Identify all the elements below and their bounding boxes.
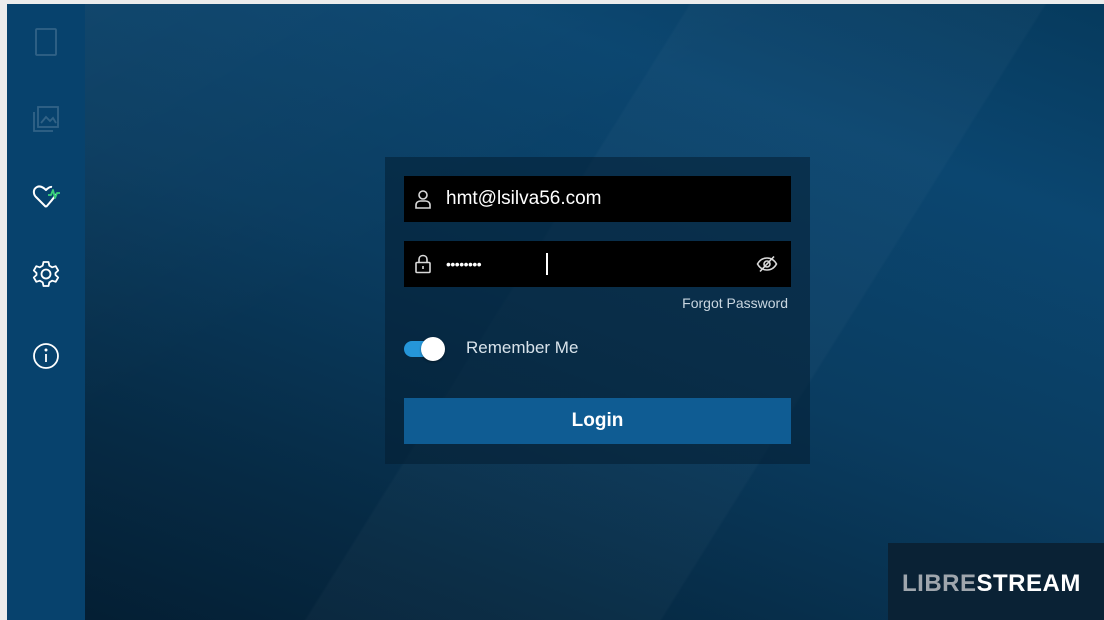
text-caret — [546, 253, 548, 275]
info-icon[interactable] — [31, 341, 61, 371]
login-button[interactable]: Login — [404, 398, 791, 444]
settings-gear-icon[interactable] — [31, 259, 61, 289]
password-field — [404, 241, 791, 287]
document-icon — [31, 27, 61, 57]
username-input[interactable] — [446, 177, 791, 221]
username-field — [404, 176, 791, 222]
lock-icon — [400, 241, 446, 287]
app-screen: Forgot Password Remember Me Login LIBRES… — [7, 4, 1104, 620]
eye-hidden-icon[interactable] — [747, 241, 787, 287]
logo-part-stream: STREAM — [976, 570, 1081, 597]
remember-me-label: Remember Me — [466, 338, 579, 357]
sidebar — [7, 4, 85, 620]
logo-part-libre: LIBRE — [902, 570, 977, 597]
forgot-password-link[interactable]: Forgot Password — [682, 295, 788, 311]
health-heart-icon[interactable] — [31, 182, 61, 212]
gallery-icon — [31, 104, 61, 134]
password-input[interactable] — [446, 242, 747, 286]
brand-logo: LIBRESTREAM — [902, 570, 1081, 598]
brand-logo-box: LIBRESTREAM — [888, 543, 1104, 620]
window-frame: Forgot Password Remember Me Login LIBRES… — [0, 0, 1104, 620]
remember-me-toggle[interactable] — [404, 337, 445, 361]
user-icon — [400, 176, 446, 222]
toggle-knob — [421, 337, 445, 361]
login-panel: Forgot Password Remember Me Login — [385, 157, 810, 464]
